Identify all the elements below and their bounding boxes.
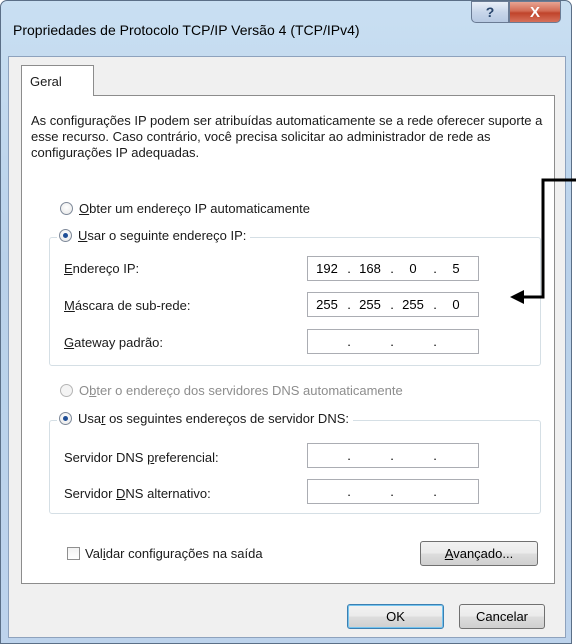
radio-indicator[interactable]: [59, 229, 72, 242]
radio-indicator[interactable]: [59, 412, 72, 425]
radio-use-following-dns[interactable]: Usar os seguintes endereços de servidor …: [57, 411, 353, 426]
subnet-mask-label: Máscara de sub-rede:: [64, 298, 191, 313]
radio-obtain-ip-auto[interactable]: Obter um endereço IP automaticamente: [60, 201, 310, 216]
ip-address-label: Endereço IP:: [64, 261, 140, 276]
ip-address-input[interactable]: 192 . 168 . 0 . 5: [307, 256, 479, 281]
radio-use-following-ip[interactable]: Usar o seguinte endereço IP:: [57, 228, 251, 243]
subnet-mask-input[interactable]: 255 . 255 . 255 . 0: [307, 292, 479, 317]
radio-label: Usar o seguinte endereço IP:: [78, 228, 247, 243]
window-title: Propriedades de Protocolo TCP/IP Versão …: [13, 22, 360, 38]
gateway-input[interactable]: . . .: [307, 329, 479, 354]
cancel-button-label: Cancelar: [475, 609, 529, 624]
radio-indicator[interactable]: [60, 202, 73, 215]
tab-geral[interactable]: Geral: [21, 65, 94, 96]
validate-on-exit-checkbox[interactable]: Validar configurações na saída: [67, 546, 263, 561]
ok-button-label: OK: [386, 609, 405, 624]
ok-button[interactable]: OK: [347, 604, 444, 629]
radio-label: Obter um endereço IP automaticamente: [79, 201, 311, 216]
radio-obtain-dns-auto[interactable]: Obter o endereço dos servidores DNS auto…: [60, 383, 403, 398]
tab-label: Geral: [30, 74, 62, 89]
close-button[interactable]: X: [509, 1, 561, 23]
close-icon: X: [529, 3, 540, 21]
checkbox-indicator[interactable]: [67, 547, 80, 560]
radio-label: Obter o endereço dos servidores DNS auto…: [79, 383, 403, 398]
advanced-button-label: Avançado...: [444, 546, 514, 561]
alternate-dns-input[interactable]: . . .: [307, 479, 479, 504]
preferred-dns-input[interactable]: . . .: [307, 443, 479, 468]
checkbox-label: Validar configurações na saída: [85, 546, 263, 561]
gateway-label: Gateway padrão:: [64, 335, 164, 350]
radio-indicator[interactable]: [60, 384, 73, 397]
description-text: As configurações IP podem ser atribuídas…: [31, 113, 543, 160]
advanced-button[interactable]: Avançado...: [420, 541, 538, 566]
help-icon: ?: [485, 4, 495, 20]
preferred-dns-label: Servidor DNS preferencial:: [64, 450, 219, 465]
alternate-dns-label: Servidor DNS alternativo:: [64, 486, 211, 501]
radio-label: Usar os seguintes endereços de servidor …: [78, 411, 349, 426]
help-button[interactable]: ?: [471, 1, 509, 23]
cancel-button[interactable]: Cancelar: [459, 604, 545, 629]
